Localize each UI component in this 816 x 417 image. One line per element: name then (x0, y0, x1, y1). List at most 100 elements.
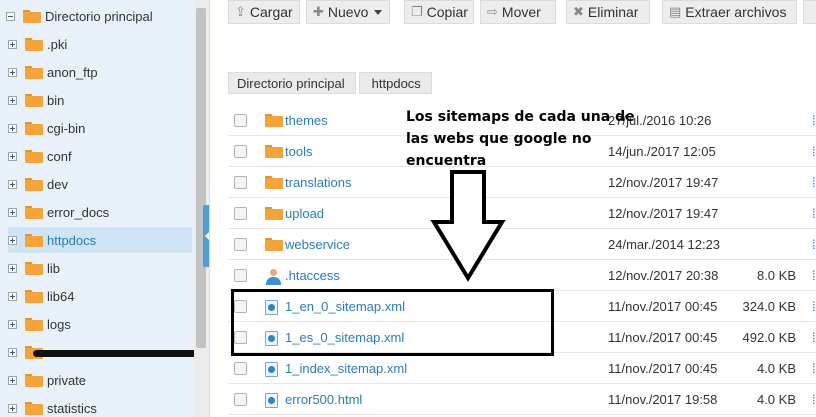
file-name-link[interactable]: tools (285, 144, 312, 159)
chevron-down-icon (374, 9, 383, 15)
extract-button[interactable]: ▤ Extraer archivos (662, 0, 797, 24)
delete-button[interactable]: ✖ Eliminar (566, 0, 650, 24)
sidebar-item-label: statistics (47, 400, 97, 416)
expand-icon[interactable] (8, 347, 17, 357)
file-size: 492.0 KB (742, 330, 797, 345)
sidebar-item[interactable]: lib (8, 255, 192, 281)
annotation-text: Los sitemaps de cada una de las webs que… (406, 109, 635, 169)
expand-icon[interactable] (8, 263, 17, 273)
folder-icon (25, 317, 43, 331)
delete-icon: ✖ (573, 4, 584, 19)
expand-icon[interactable] (8, 207, 17, 217)
expand-icon[interactable] (8, 39, 17, 49)
copy-button[interactable]: ❐ Copiar (404, 0, 474, 24)
row-actions-link[interactable]: ⁞ (812, 268, 816, 283)
table-row[interactable]: error500.html 11/nov./2017 19:58 4.0 KB ⁞ (228, 384, 816, 415)
row-checkbox[interactable] (234, 393, 247, 406)
file-name-link[interactable]: translations (285, 175, 351, 190)
expand-icon[interactable] (8, 291, 17, 301)
folder-icon (265, 114, 283, 127)
row-checkbox[interactable] (234, 145, 247, 158)
row-checkbox[interactable] (234, 176, 247, 189)
sidebar-item[interactable]: conf (8, 143, 192, 169)
row-checkbox[interactable] (234, 362, 247, 375)
user-file-icon (265, 269, 281, 285)
file-name-link[interactable]: error500.html (285, 392, 362, 407)
table-row[interactable]: .htaccess 12/nov./2017 20:38 8.0 KB ⁞ (228, 260, 816, 291)
copy-icon: ❐ (411, 4, 423, 19)
expand-icon[interactable] (8, 319, 17, 329)
folder-icon (25, 233, 43, 247)
table-row[interactable]: webservice 24/mar./2014 12:23 ⁞ (228, 229, 816, 260)
row-actions-link[interactable]: ⁞ (812, 237, 816, 252)
row-actions-link[interactable]: ⁞ (812, 206, 816, 221)
file-modified-date: 11/nov./2017 00:45 (608, 330, 718, 345)
sidebar-item-label: dev (47, 176, 68, 192)
folder-icon (265, 176, 283, 189)
archive-icon: ▤ (669, 4, 682, 19)
sidebar-item-label: anon_ftp (47, 64, 98, 80)
folder-icon (265, 238, 283, 251)
breadcrumb-item-httpdocs[interactable]: httpdocs (358, 72, 432, 94)
breadcrumb-item-root[interactable]: Directorio principal (228, 72, 356, 94)
file-icon (265, 393, 278, 408)
sidebar-item[interactable]: logs (8, 311, 192, 337)
file-name-link[interactable]: upload (285, 206, 324, 221)
move-button[interactable]: ⇨ Mover (480, 0, 556, 24)
new-button[interactable]: ✚ Nuevo (306, 0, 390, 24)
more-button[interactable] (803, 0, 816, 24)
sidebar-item[interactable]: .pki (8, 31, 192, 57)
row-checkbox[interactable] (234, 269, 247, 282)
row-actions-link[interactable]: ⁞ (812, 144, 816, 159)
sidebar-item-label: .pki (47, 36, 68, 52)
row-actions-link[interactable]: ⁞ (812, 392, 816, 407)
sidebar-scroll-thumb[interactable] (196, 8, 206, 348)
file-modified-date: 12/nov./2017 19:47 (608, 206, 719, 221)
sidebar-item-label: private (47, 372, 87, 388)
sidebar-item[interactable]: cgi-bin (8, 115, 192, 141)
row-checkbox[interactable] (234, 114, 247, 127)
sidebar-item[interactable]: bin (8, 87, 192, 113)
expand-icon[interactable] (8, 179, 17, 189)
tree-root[interactable]: Directorio principal (6, 6, 153, 26)
file-name-link[interactable]: .htaccess (285, 268, 340, 283)
breadcrumb: Directorio principal httpdocs (228, 72, 432, 94)
sidebar-item[interactable]: lib64 (8, 283, 192, 309)
row-checkbox[interactable] (234, 207, 247, 220)
file-name-link[interactable]: 1_index_sitemap.xml (285, 361, 407, 376)
row-actions-link[interactable]: ⁞ (812, 299, 816, 314)
row-checkbox[interactable] (234, 238, 247, 251)
sidebar-item[interactable]: httpdocs (8, 227, 192, 253)
folder-icon (25, 373, 43, 387)
expand-icon[interactable] (8, 235, 17, 245)
move-icon: ⇨ (487, 4, 498, 19)
folder-icon (25, 261, 43, 275)
sidebar-item[interactable]: dev (8, 171, 192, 197)
folder-icon (25, 289, 43, 303)
collapse-sidebar-tab[interactable] (203, 205, 209, 267)
expand-icon[interactable] (8, 375, 17, 385)
collapse-icon[interactable] (6, 11, 15, 21)
file-icon (265, 362, 278, 377)
table-row[interactable]: 1_index_sitemap.xml 11/nov./2017 00:45 4.0… (228, 353, 816, 384)
table-row[interactable]: upload 12/nov./2017 19:47 ⁞ (228, 198, 816, 229)
expand-icon[interactable] (8, 95, 17, 105)
file-name-link[interactable]: webservice (285, 237, 350, 252)
expand-icon[interactable] (8, 67, 17, 77)
row-actions-link[interactable]: ⁞ (812, 330, 816, 345)
sidebar-item[interactable]: private (8, 367, 192, 393)
file-name-link[interactable]: themes (285, 113, 328, 128)
expand-icon[interactable] (8, 123, 17, 133)
sidebar-item[interactable]: statistics (8, 395, 192, 417)
sidebar-item[interactable]: anon_ftp (8, 59, 192, 85)
expand-icon[interactable] (8, 403, 17, 413)
row-actions-link[interactable]: ⁞ (812, 361, 816, 376)
row-actions-link[interactable]: ⁞ (812, 175, 816, 190)
upload-button[interactable]: ⇪ Cargar (228, 0, 300, 24)
expand-icon[interactable] (8, 151, 17, 161)
folder-icon (25, 177, 43, 191)
file-size: 4.0 KB (756, 392, 796, 407)
row-actions-link[interactable]: ⁞ (812, 113, 816, 128)
file-modified-date: 24/mar./2014 12:23 (608, 237, 721, 252)
sidebar-item[interactable]: error_docs (8, 199, 192, 225)
